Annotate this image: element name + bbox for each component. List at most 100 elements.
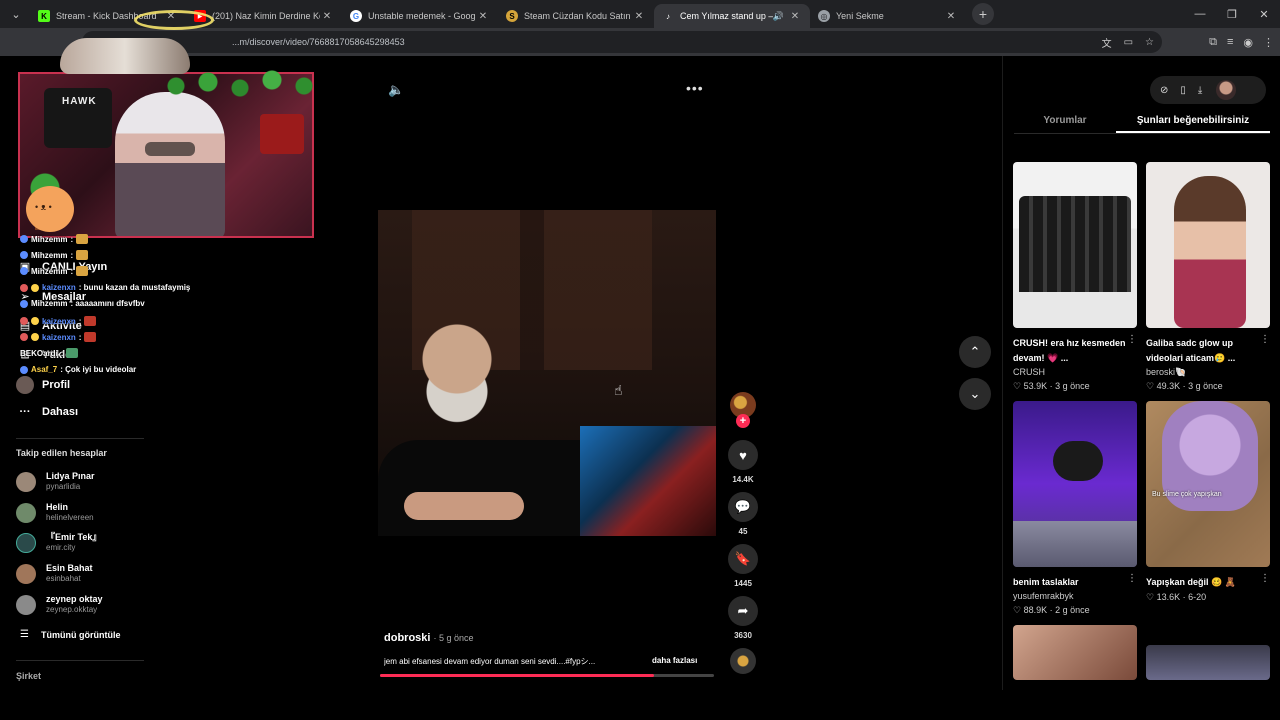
video-thumbnail[interactable]: [1013, 401, 1137, 567]
video-thumbnail[interactable]: [1146, 162, 1270, 328]
like-action[interactable]: ♥ 14.4K: [728, 440, 758, 484]
nav-profile[interactable]: Profil: [16, 376, 70, 394]
close-window-icon[interactable]: ✕: [1248, 0, 1280, 28]
chat-user: BEKOardi: [20, 348, 58, 358]
save-action[interactable]: 🔖 1445: [728, 544, 758, 588]
browser-tab-steam[interactable]: S Steam Cüzdan Kodu Satın Al - ✕: [498, 4, 654, 28]
tab-close-icon[interactable]: ✕: [944, 11, 958, 22]
following-item[interactable]: Helin helinelvereen: [16, 502, 94, 523]
browser-tab-new[interactable]: ◎ Yeni Sekme ✕: [810, 4, 966, 28]
chat-text: :: [78, 332, 82, 342]
video-progress-bar[interactable]: [380, 674, 714, 677]
video-thumbnail[interactable]: Bu slime çok yapışkan: [1146, 401, 1270, 567]
chat-message: kaizenxn:: [20, 316, 97, 326]
chat-user: Mihzemm: [31, 266, 68, 276]
download-icon[interactable]: ⤓: [1198, 85, 1202, 96]
chat-badge-icon: [31, 283, 39, 292]
extensions-icon[interactable]: ⧉: [1209, 36, 1217, 49]
tab-search-chevron-icon[interactable]: ⌄: [4, 4, 28, 24]
card-likes: ♡ 88.9K: [1013, 605, 1048, 615]
tab-title: Steam Cüzdan Kodu Satın Al -: [524, 11, 632, 21]
bookmark-icon[interactable]: 🔖: [728, 544, 758, 574]
following-item[interactable]: Esin Bahat esinbahat: [16, 563, 93, 584]
avatar: [16, 502, 36, 523]
suggested-video-card[interactable]: [1013, 625, 1137, 680]
phone-icon[interactable]: ▯: [1180, 85, 1186, 96]
translate-icon[interactable]: ⽂: [1102, 35, 1112, 50]
video-subject-hand: [404, 492, 524, 520]
comment-action[interactable]: 💬 45: [728, 492, 758, 536]
avatar: [16, 594, 36, 615]
following-item[interactable]: 『Emir Tek』 emir.city: [16, 532, 101, 553]
video-thumbnail[interactable]: [1146, 645, 1270, 680]
user-avatar[interactable]: [1216, 80, 1237, 100]
tab-title: Cem Yılmaz stand up — Du: [680, 11, 773, 21]
steam-icon: S: [506, 10, 518, 22]
video-thumbnail[interactable]: [1013, 625, 1137, 680]
maximize-icon[interactable]: ❐: [1216, 0, 1248, 28]
video-author[interactable]: dobroski · 5 g önce: [384, 632, 474, 644]
more-options-icon[interactable]: •••: [686, 80, 704, 96]
company-link[interactable]: Şirket: [16, 671, 41, 681]
see-all-following[interactable]: ☰ Tümünü görüntüle: [20, 629, 120, 640]
tiktok-icon: ♪: [666, 11, 670, 21]
tab-close-icon[interactable]: ✕: [788, 11, 802, 22]
share-action[interactable]: ➦ 3630: [728, 596, 758, 640]
media-control-icon[interactable]: ≡: [1227, 36, 1233, 48]
tab-close-icon[interactable]: ✕: [476, 11, 490, 22]
volume-icon[interactable]: 🔈: [388, 82, 404, 98]
video-progress-fill: [380, 674, 654, 677]
suggested-video-card[interactable]: benim taslaklar yusufemrakbyk ♡ 88.9K · …: [1013, 401, 1137, 617]
caption-more-link[interactable]: daha fazlası: [652, 656, 697, 665]
selfie-figure: [1174, 176, 1246, 328]
heart-icon[interactable]: ♥: [728, 440, 758, 470]
chat-badge-icon: [31, 317, 39, 325]
more-dots-icon: ···: [19, 406, 31, 418]
music-disc-icon[interactable]: [730, 648, 756, 674]
chat-badge-icon: [20, 333, 28, 341]
card-username[interactable]: yusufemrakbyk: [1013, 590, 1137, 603]
new-tab-button[interactable]: +: [972, 3, 994, 25]
tab-comments[interactable]: Yorumlar: [1014, 112, 1116, 133]
card-more-icon[interactable]: ⋮: [1127, 573, 1137, 584]
next-video-button[interactable]: ⌄: [959, 378, 991, 410]
nav-more[interactable]: ··· Dahası: [16, 406, 79, 418]
profile-icon[interactable]: ◉: [1243, 36, 1253, 49]
account-name: Lidya Pınar: [46, 471, 95, 481]
card-more-icon[interactable]: ⋮: [1127, 334, 1137, 345]
browser-tab-tiktok[interactable]: ♪ Cem Yılmaz stand up — Du 🔊 ✕: [654, 4, 810, 28]
compass-icon[interactable]: ⊘: [1160, 85, 1168, 96]
card-username[interactable]: beroski🐚: [1146, 366, 1270, 379]
share-count: 3630: [734, 631, 752, 640]
previous-video-button[interactable]: ⌃: [959, 336, 991, 368]
bookmark-star-icon[interactable]: ☆: [1145, 37, 1154, 48]
author-name[interactable]: dobroski: [384, 632, 430, 644]
minimize-icon[interactable]: —: [1184, 0, 1216, 28]
dancer-figure: [1053, 441, 1103, 481]
share-arrow-icon[interactable]: ➦: [728, 596, 758, 626]
suggested-video-card[interactable]: [1146, 645, 1270, 680]
tab-close-icon[interactable]: ✕: [320, 11, 334, 22]
chrome-menu-icon[interactable]: ⋮: [1263, 36, 1274, 49]
suggested-video-card[interactable]: CRUSH! era hız kesmeden devam! 💗 ... CRU…: [1013, 162, 1137, 393]
following-item[interactable]: Lidya Pınar pynarlidia: [16, 471, 95, 492]
following-item[interactable]: zeynep oktay zeynep.okktay: [16, 594, 103, 615]
card-username[interactable]: CRUSH: [1013, 366, 1137, 379]
divider: [16, 660, 144, 661]
suggested-video-card[interactable]: Bu slime çok yapışkan Yapışkan değil 🥴 🧸…: [1146, 401, 1270, 604]
address-bar[interactable]: ...m/discover/video/7668817058645298453 …: [82, 31, 1162, 53]
comment-icon[interactable]: 💬: [728, 492, 758, 522]
emote-icon: [76, 250, 89, 260]
browser-tab-google[interactable]: G Unstable medemek - Google'da ✕: [342, 4, 498, 28]
cast-icon[interactable]: ▭: [1124, 37, 1133, 48]
video-thumbnail[interactable]: [1013, 162, 1137, 328]
suggested-video-card[interactable]: Galiba sadc glow up videolari aticam🥲 ..…: [1146, 162, 1270, 393]
follow-plus-button[interactable]: +: [736, 414, 750, 428]
tab-close-icon[interactable]: ✕: [632, 11, 646, 22]
card-more-icon[interactable]: ⋮: [1260, 334, 1270, 345]
video-player[interactable]: [378, 210, 716, 536]
card-more-icon[interactable]: ⋮: [1260, 573, 1270, 584]
tab-suggested[interactable]: Şunları beğenebilirsiniz: [1116, 112, 1270, 133]
audio-playing-icon[interactable]: 🔊: [773, 11, 784, 22]
tab-title: Unstable medemek - Google'da: [368, 11, 476, 21]
